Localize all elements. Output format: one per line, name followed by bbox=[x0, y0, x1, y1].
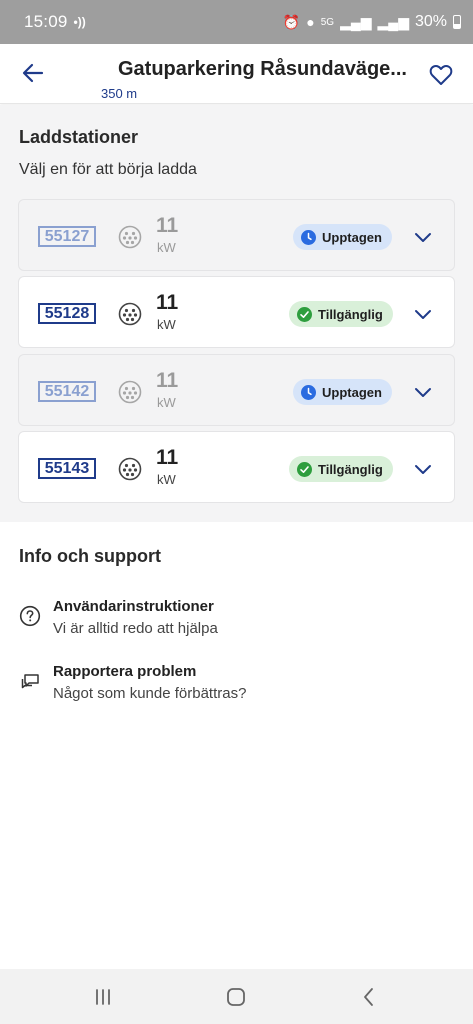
location-icon: ● bbox=[306, 14, 315, 30]
report-problem-link[interactable]: Rapportera problem Något som kunde förbä… bbox=[0, 663, 473, 713]
charger-power-unit: kW bbox=[157, 395, 176, 410]
charger-id: 55127 bbox=[38, 226, 96, 247]
status-label: Upptagen bbox=[322, 384, 382, 400]
type2-plug-icon bbox=[118, 380, 142, 404]
status-label: Upptagen bbox=[322, 229, 382, 245]
status-badge: Tillgänglig bbox=[289, 301, 393, 327]
type2-plug-icon bbox=[118, 457, 142, 481]
info-item-title: Användarinstruktioner bbox=[53, 598, 214, 615]
charger-power-unit: kW bbox=[157, 240, 176, 255]
info-section-title: Info och support bbox=[19, 546, 161, 566]
home-icon[interactable] bbox=[223, 984, 249, 1010]
charger-power: 11 bbox=[156, 446, 179, 469]
user-instructions-link[interactable]: Användarinstruktioner Vi är alltid redo … bbox=[0, 598, 473, 648]
alarm-icon: ⏰ bbox=[282, 13, 301, 30]
check-circle-icon bbox=[297, 461, 312, 477]
chargers-subtitle: Välj en för att börja ladda bbox=[19, 161, 197, 178]
chargers-title: Laddstationer bbox=[19, 127, 139, 147]
charger-power: 11 bbox=[156, 214, 179, 237]
chevron-down-icon[interactable] bbox=[413, 304, 433, 324]
charger-power-unit: kW bbox=[157, 317, 176, 332]
status-label: Tillgänglig bbox=[318, 306, 383, 322]
status-badge: Upptagen bbox=[293, 224, 392, 250]
charger-card[interactable]: 55127 11 kW Upptagen bbox=[18, 199, 455, 271]
chevron-down-icon[interactable] bbox=[413, 382, 433, 402]
chat-bubbles-icon bbox=[21, 674, 39, 689]
charger-card[interactable]: 55143 11 kW Tillgänglig bbox=[18, 431, 455, 503]
recent-apps-icon[interactable] bbox=[90, 984, 116, 1010]
status-badge: Tillgänglig bbox=[289, 456, 393, 482]
help-circle-icon bbox=[19, 605, 41, 627]
charger-card[interactable]: 55142 11 kW Upptagen bbox=[18, 354, 455, 426]
charger-power: 11 bbox=[156, 369, 179, 392]
check-circle-icon bbox=[297, 306, 312, 322]
status-bar: 15:09 •)) ⏰ ● 5G ▂▄▆ ▂▄▆ 30% bbox=[0, 0, 473, 44]
nfc-icon: •)) bbox=[73, 15, 86, 29]
info-item-subtitle: Vi är alltid redo att hjälpa bbox=[53, 620, 218, 637]
charger-power-unit: kW bbox=[157, 472, 176, 487]
status-icons: ⏰ ● 5G ▂▄▆ ▂▄▆ 30% bbox=[283, 13, 461, 31]
system-nav-bar bbox=[0, 969, 473, 1024]
chevron-down-icon[interactable] bbox=[413, 459, 433, 479]
charger-id: 55128 bbox=[38, 303, 96, 324]
info-item-title: Rapportera problem bbox=[53, 663, 197, 680]
signal-icon-2: ▂▄▆ bbox=[377, 13, 409, 30]
favorite-heart-icon[interactable] bbox=[428, 62, 454, 88]
battery-icon bbox=[453, 15, 461, 29]
app-header: Gatuparkering Råsundaväge... 350 m bbox=[0, 44, 473, 104]
battery-percent: 30% bbox=[414, 13, 447, 30]
distance-label: 350 m bbox=[101, 86, 138, 101]
clock-icon bbox=[301, 384, 316, 400]
status-time: 15:09 bbox=[24, 12, 68, 31]
type2-plug-icon bbox=[118, 302, 142, 326]
status-label: Tillgänglig bbox=[318, 461, 383, 477]
charger-card[interactable]: 55128 11 kW Tillgänglig bbox=[18, 276, 455, 348]
back-arrow-icon[interactable] bbox=[20, 60, 46, 86]
charger-power: 11 bbox=[156, 291, 179, 314]
page-title: Gatuparkering Råsundaväge... bbox=[118, 58, 407, 80]
chargers-section: Laddstationer Välj en för att börja ladd… bbox=[0, 105, 473, 522]
signal-icon: ▂▄▆ bbox=[340, 13, 372, 30]
info-item-subtitle: Något som kunde förbättras? bbox=[53, 685, 247, 702]
charger-id: 55143 bbox=[38, 458, 96, 479]
type2-plug-icon bbox=[118, 225, 142, 249]
status-badge: Upptagen bbox=[293, 379, 392, 405]
clock-icon bbox=[301, 229, 316, 245]
network-type-label: 5G bbox=[320, 16, 335, 28]
chevron-down-icon[interactable] bbox=[413, 227, 433, 247]
charger-id: 55142 bbox=[38, 381, 96, 402]
back-nav-icon[interactable] bbox=[356, 984, 382, 1010]
